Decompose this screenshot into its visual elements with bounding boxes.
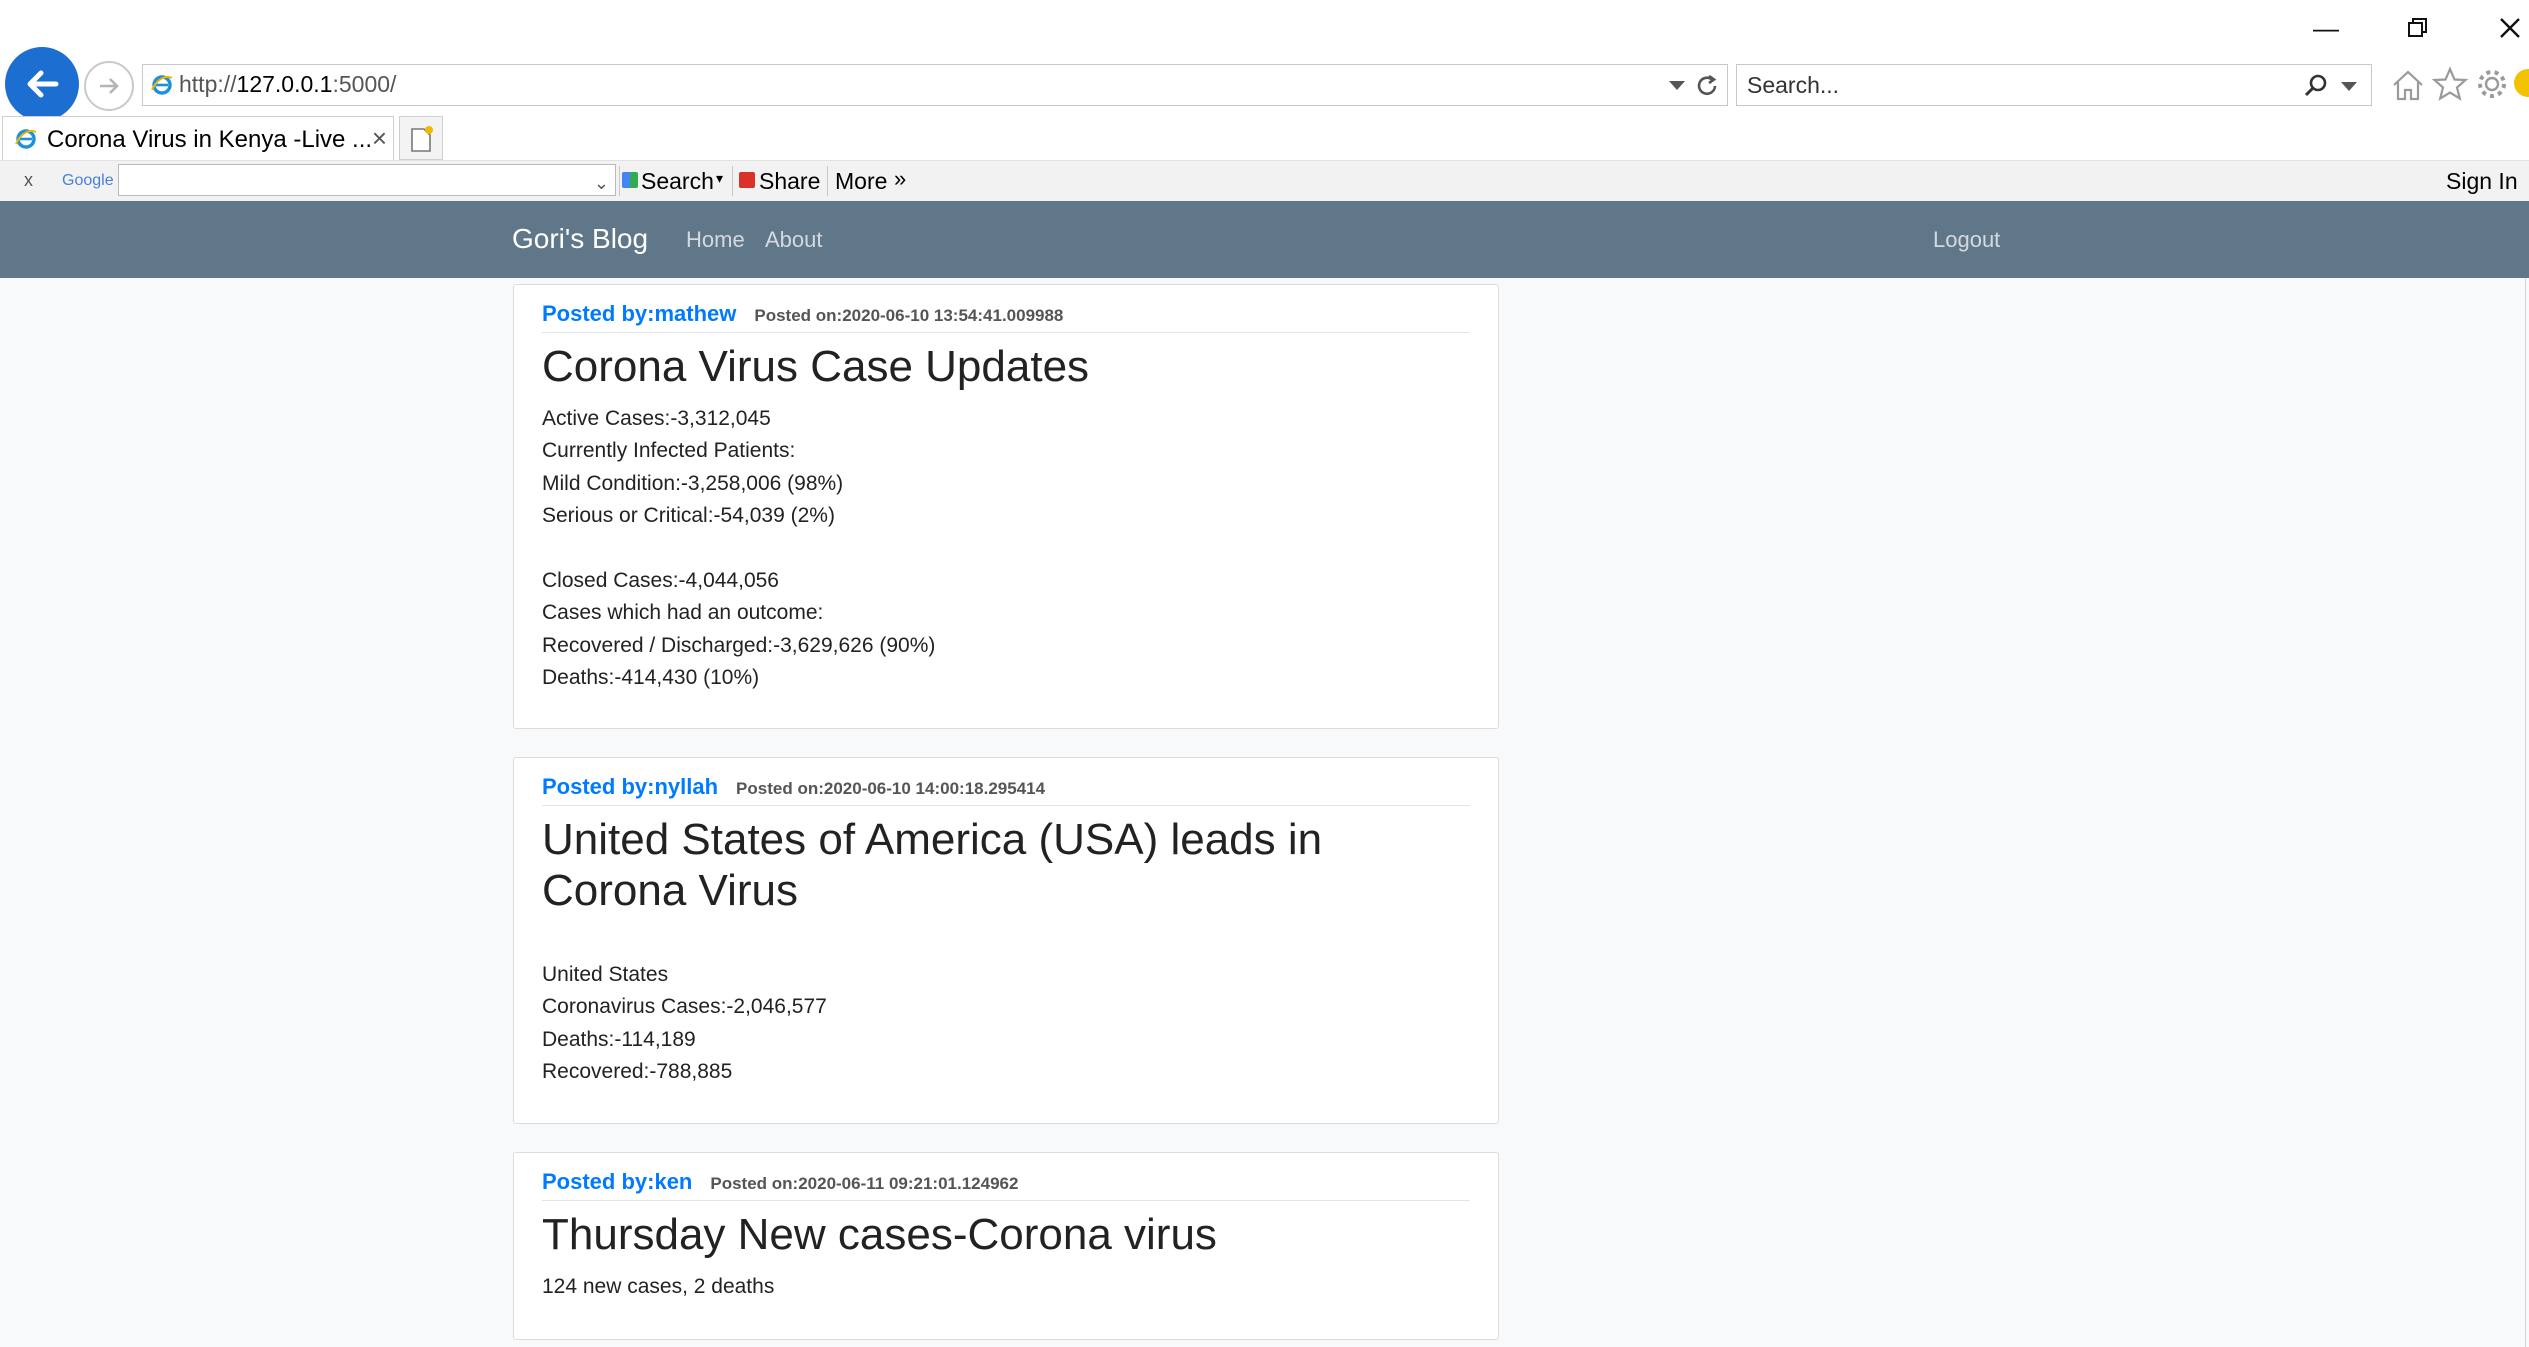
toolbar-share-button[interactable]: Share bbox=[759, 168, 820, 195]
new-tab-icon bbox=[411, 126, 433, 152]
post-date: Posted on:2020-06-10 14:00:18.295414 bbox=[736, 779, 1046, 798]
nav-link-logout[interactable]: Logout bbox=[1933, 227, 2000, 253]
toolbar-close-button[interactable]: x bbox=[24, 170, 33, 191]
navbar-brand[interactable]: Gori's Blog bbox=[512, 223, 648, 255]
address-dropdown-icon[interactable] bbox=[1669, 81, 1685, 90]
post-divider bbox=[542, 1200, 1470, 1201]
post-card: Posted by:nyllah Posted on:2020-06-10 14… bbox=[513, 757, 1499, 1124]
post-body: Active Cases:-3,312,045 Currently Infect… bbox=[542, 407, 936, 690]
post-meta: Posted by:mathew Posted on:2020-06-10 13… bbox=[542, 301, 1063, 327]
post-body: 124 new cases, 2 deaths bbox=[542, 1275, 775, 1298]
google-dropdown-icon[interactable]: ⌄ bbox=[594, 173, 609, 194]
ie-page-icon bbox=[151, 75, 173, 95]
google-logo: Google bbox=[62, 172, 114, 189]
address-bar[interactable]: http://127.0.0.1:5000/ bbox=[142, 64, 1728, 106]
nav-link-home[interactable]: Home bbox=[686, 227, 745, 253]
post-divider bbox=[542, 805, 1470, 806]
post-meta: Posted by:ken Posted on:2020-06-11 09:21… bbox=[542, 1169, 1018, 1195]
ie-tab-icon bbox=[15, 129, 37, 149]
back-button[interactable] bbox=[5, 47, 79, 121]
post-title: Corona Virus Case Updates bbox=[542, 342, 1090, 391]
forward-button[interactable] bbox=[84, 61, 134, 111]
browser-chrome: — http://127.0.0.1:5000/ Search... Coron… bbox=[0, 0, 2529, 202]
search-placeholder: Search... bbox=[1747, 72, 1840, 98]
search-icon[interactable] bbox=[2303, 73, 2329, 99]
toolbar-sign-in-link[interactable]: Sign In bbox=[2446, 168, 2518, 195]
restore-icon bbox=[2408, 18, 2427, 37]
post-author[interactable]: Posted by:ken bbox=[542, 1169, 692, 1195]
toolbar-divider bbox=[732, 166, 733, 196]
toolbar-more-button[interactable]: More bbox=[835, 168, 887, 195]
minimize-button[interactable]: — bbox=[2296, 8, 2356, 48]
post-title: United States of America (USA) leads in … bbox=[542, 815, 1323, 915]
nav-link-about[interactable]: About bbox=[765, 227, 823, 253]
scrollbar-track[interactable] bbox=[2525, 278, 2526, 1347]
post-author[interactable]: Posted by:nyllah bbox=[542, 774, 718, 800]
tab-title: Corona Virus in Kenya -Live ... bbox=[47, 126, 373, 153]
close-window-button[interactable] bbox=[2480, 8, 2529, 48]
search-dropdown-icon[interactable] bbox=[2341, 82, 2357, 91]
post-meta: Posted by:nyllah Posted on:2020-06-10 14… bbox=[542, 774, 1045, 800]
post-body: United States Coronavirus Cases:-2,046,5… bbox=[542, 963, 827, 1084]
home-icon[interactable] bbox=[2390, 67, 2426, 103]
toolbar-divider bbox=[619, 166, 620, 196]
post-title: Thursday New cases-Corona virus bbox=[542, 1210, 1217, 1259]
google-search-icon bbox=[622, 172, 638, 188]
more-chevron-icon: » bbox=[894, 166, 907, 191]
tab-active[interactable]: Corona Virus in Kenya -Live ... × bbox=[2, 116, 394, 160]
post-date: Posted on:2020-06-11 09:21:01.124962 bbox=[710, 1174, 1019, 1193]
post-date: Posted on:2020-06-10 13:54:41.009988 bbox=[754, 306, 1064, 325]
feedback-smiley-icon[interactable] bbox=[2514, 69, 2529, 97]
post-author[interactable]: Posted by:mathew bbox=[542, 301, 736, 327]
close-icon bbox=[2500, 18, 2520, 38]
refresh-icon[interactable] bbox=[1694, 73, 1720, 99]
share-icon bbox=[739, 172, 755, 188]
post-divider bbox=[542, 332, 1470, 333]
site-navbar: Gori's Blog Home About Logout bbox=[0, 201, 2529, 278]
post-card: Posted by:ken Posted on:2020-06-11 09:21… bbox=[513, 1152, 1499, 1340]
forward-arrow-icon bbox=[100, 78, 119, 94]
back-arrow-icon bbox=[27, 70, 59, 98]
toolbar-search-button[interactable]: Search bbox=[641, 168, 714, 195]
post-card: Posted by:mathew Posted on:2020-06-10 13… bbox=[513, 284, 1499, 729]
browser-search-input[interactable]: Search... bbox=[1736, 64, 2372, 106]
tab-close-icon[interactable]: × bbox=[372, 123, 387, 154]
new-tab-button[interactable] bbox=[399, 116, 443, 160]
toolbar-search-dropdown-icon[interactable]: ▾ bbox=[716, 170, 723, 187]
google-search-input[interactable]: ⌄ bbox=[118, 164, 616, 196]
favorites-star-icon[interactable] bbox=[2432, 66, 2468, 102]
restore-button[interactable] bbox=[2388, 8, 2448, 48]
minimize-icon: — bbox=[2313, 12, 2339, 43]
toolbar-divider bbox=[827, 166, 828, 196]
settings-gear-icon[interactable] bbox=[2474, 66, 2510, 102]
url-text: http://127.0.0.1:5000/ bbox=[179, 71, 397, 97]
